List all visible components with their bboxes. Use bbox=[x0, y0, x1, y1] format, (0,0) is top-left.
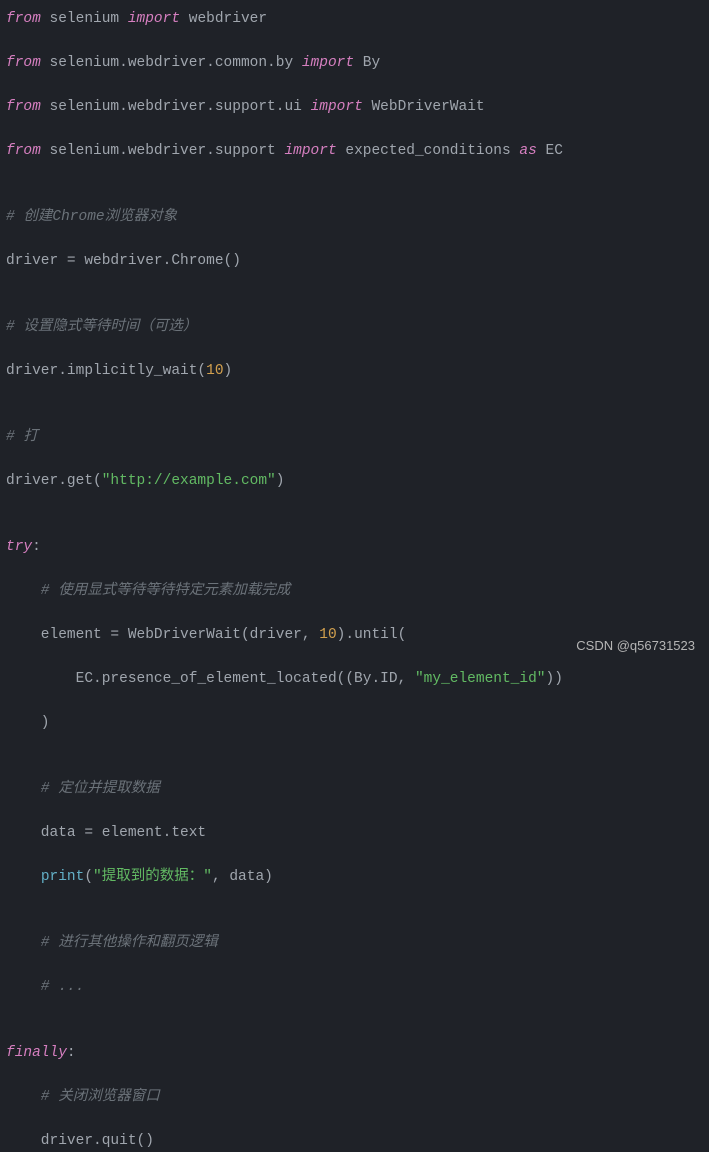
code-text: data = element.text bbox=[6, 825, 206, 841]
comment: # 使用显式等待等待特定元素加载完成 bbox=[6, 583, 290, 599]
function-print: print bbox=[41, 869, 85, 885]
keyword-import: import bbox=[311, 99, 363, 115]
code-block: from selenium import webdriver from sele… bbox=[6, 8, 703, 1152]
keyword-try: try bbox=[6, 539, 32, 555]
code-text: driver = webdriver.Chrome() bbox=[6, 253, 241, 269]
keyword-import: import bbox=[302, 55, 354, 71]
keyword-as: as bbox=[519, 143, 536, 159]
comment: # ... bbox=[6, 979, 84, 995]
keyword-from: from bbox=[6, 11, 41, 27]
keyword-finally: finally bbox=[6, 1045, 67, 1061]
string-literal: "提取到的数据：" bbox=[93, 869, 212, 885]
keyword-from: from bbox=[6, 143, 41, 159]
keyword-from: from bbox=[6, 55, 41, 71]
comment: # 打 bbox=[6, 429, 38, 445]
string-literal: "http://example.com" bbox=[102, 473, 276, 489]
comment: # 设置隐式等待时间（可选） bbox=[6, 319, 197, 335]
number-literal: 10 bbox=[206, 363, 223, 379]
watermark-text: CSDN @q56731523 bbox=[576, 635, 695, 657]
keyword-import: import bbox=[284, 143, 336, 159]
keyword-from: from bbox=[6, 99, 41, 115]
comment: # 进行其他操作和翻页逻辑 bbox=[6, 935, 218, 951]
keyword-import: import bbox=[128, 11, 180, 27]
comment: # 关闭浏览器窗口 bbox=[6, 1089, 160, 1105]
comment: # 创建Chrome浏览器对象 bbox=[6, 209, 177, 225]
comment: # 定位并提取数据 bbox=[6, 781, 160, 797]
number-literal: 10 bbox=[319, 627, 336, 643]
string-literal: "my_element_id" bbox=[415, 671, 546, 687]
code-text: driver.quit() bbox=[6, 1133, 154, 1149]
